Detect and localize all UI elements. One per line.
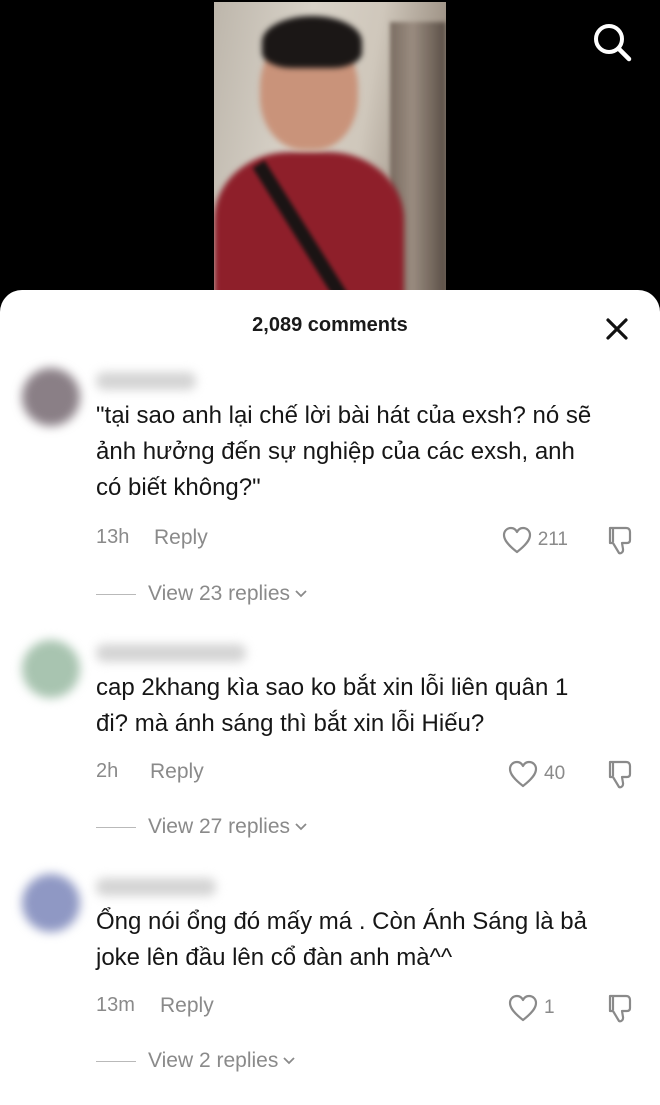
like-count: 40: [544, 763, 566, 784]
comment-text: cap 2khang kìa sao ko bắt xin lỗi liên q…: [96, 670, 642, 742]
heart-icon: [508, 994, 538, 1022]
view-replies-button[interactable]: View 27 replies: [96, 812, 308, 842]
dislike-button[interactable]: [604, 757, 638, 791]
view-replies-label: View 23 replies: [148, 582, 291, 605]
reply-button[interactable]: Reply: [154, 526, 208, 550]
thumbs-down-icon: [608, 760, 632, 789]
username[interactable]: [96, 878, 216, 896]
username[interactable]: [96, 372, 196, 390]
comment-meta: 13h Reply 211: [96, 526, 642, 556]
comment-item: cap 2khang kìa sao ko bắt xin lỗi liên q…: [0, 640, 660, 870]
view-replies-label: View 2 replies: [148, 1049, 279, 1072]
search-icon: [594, 24, 632, 62]
heart-icon: [508, 760, 538, 788]
divider: [96, 1060, 136, 1062]
view-replies-button[interactable]: View 23 replies: [96, 579, 308, 609]
comment-text-line: joke lên đầu lên cổ đàn anh mà^^: [96, 944, 453, 971]
reply-button[interactable]: Reply: [160, 994, 214, 1018]
username[interactable]: [96, 644, 246, 662]
comment-text: "tại sao anh lại chế lời bài hát của exs…: [96, 398, 642, 506]
comment-text-line: Ổng nói ổng đó mấy má . Còn Ánh Sáng là …: [96, 908, 587, 935]
comment-item: Ổng nói ổng đó mấy má . Còn Ánh Sáng là …: [0, 874, 660, 1104]
comment-time: 2h: [96, 760, 119, 782]
comment-text-line: đi? mà ánh sáng thì bắt xin lỗi Hiếu?: [96, 710, 485, 737]
comment-text-line: ảnh hưởng đến sự nghiệp của các exsh, an…: [96, 438, 575, 465]
comment-item: "tại sao anh lại chế lời bài hát của exs…: [0, 368, 660, 608]
divider: [96, 826, 136, 828]
comments-count: 2,089 comments: [252, 314, 408, 336]
close-icon: [606, 318, 628, 340]
comment-meta: 13m Reply 1: [96, 994, 642, 1024]
comment-text-line: "tại sao anh lại chế lời bài hát của exs…: [96, 402, 592, 429]
avatar[interactable]: [22, 640, 80, 698]
comment-time: 13h: [96, 526, 130, 548]
comment-text: Ổng nói ổng đó mấy má . Còn Ánh Sáng là …: [96, 904, 642, 976]
comment-text-line: cap 2khang kìa sao ko bắt xin lỗi liên q…: [96, 674, 569, 701]
like-button[interactable]: 211: [502, 524, 568, 556]
video-person-body: [214, 152, 404, 300]
like-count: 1: [544, 997, 555, 1018]
comment-text-line: có biết không?": [96, 474, 261, 501]
chevron-down-icon: [283, 1057, 295, 1065]
video-background: [0, 0, 660, 300]
comment-meta: 2h Reply 40: [96, 760, 642, 790]
close-button[interactable]: [598, 310, 636, 348]
chevron-down-icon: [295, 823, 307, 831]
video-person-hair: [262, 16, 362, 68]
view-replies-label: View 27 replies: [148, 815, 291, 838]
thumbs-down-icon: [608, 526, 632, 555]
like-count: 211: [537, 529, 568, 550]
heart-icon: [502, 526, 531, 554]
divider: [96, 593, 136, 595]
comments-header: 2,089 comments: [0, 290, 660, 360]
avatar[interactable]: [22, 874, 80, 932]
video-thumbnail[interactable]: [214, 2, 446, 300]
avatar[interactable]: [22, 368, 80, 426]
dislike-button[interactable]: [604, 991, 638, 1025]
dislike-button[interactable]: [604, 523, 638, 557]
comment-time: 13m: [96, 994, 135, 1016]
search-button[interactable]: [588, 18, 636, 66]
like-button[interactable]: 1: [508, 992, 568, 1024]
view-replies-button[interactable]: View 2 replies: [96, 1046, 296, 1076]
chevron-down-icon: [295, 590, 307, 598]
like-button[interactable]: 40: [508, 758, 568, 790]
thumbs-down-icon: [608, 994, 632, 1023]
reply-button[interactable]: Reply: [150, 760, 204, 784]
comments-sheet: 2,089 comments "tại sao anh lại chế lời …: [0, 290, 660, 1105]
